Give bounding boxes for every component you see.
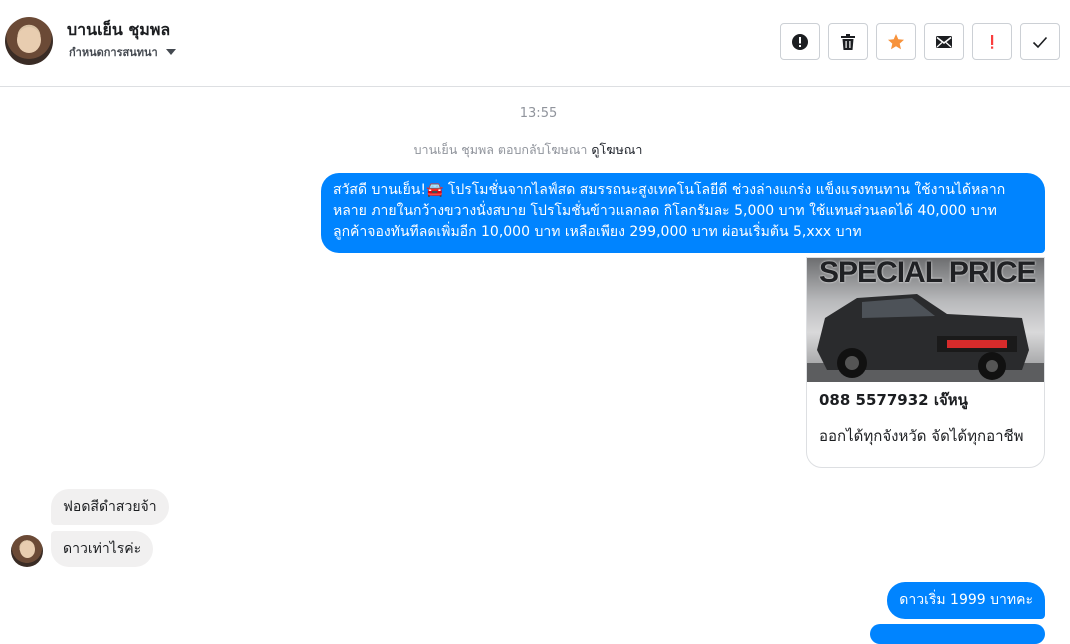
envelope-icon — [936, 35, 952, 48]
conversation-header: บานเย็น ชุมพล กำหนดการสนทนา — [0, 0, 1070, 87]
outgoing-message-partial[interactable] — [870, 624, 1045, 644]
ad-reply-text: บานเย็น ชุมพล ตอบกลับโฆษณา — [413, 142, 588, 157]
outgoing-message[interactable]: ดาวเริ่ม 1999 บาทคะ — [887, 582, 1045, 619]
exclamation-circle-icon — [792, 33, 808, 50]
trash-icon — [841, 33, 855, 50]
view-ad-link[interactable]: ดูโฆษณา — [591, 142, 642, 157]
delete-button[interactable] — [828, 23, 868, 60]
caret-down-icon — [165, 49, 176, 55]
exclamation-icon — [991, 34, 994, 49]
mark-unread-button[interactable] — [924, 23, 964, 60]
sender-avatar[interactable] — [11, 535, 43, 567]
ad-card[interactable]: SPECIAL PRICE 088 5577932 เจ๊หนู ออกได้ท… — [806, 257, 1045, 468]
action-toolbar — [780, 23, 1060, 60]
outgoing-message[interactable]: สวัสดี บานเย็น!🚘 โปรโมชั่นจากไลฟ์สด สมรร… — [321, 173, 1045, 253]
incoming-message[interactable]: ฟอดสีดำสวยจ้า — [51, 489, 169, 525]
ad-card-description: ออกได้ทุกจังหวัด จัดได้ทุกอาชีพ — [819, 427, 1024, 445]
follow-up-button[interactable] — [972, 23, 1012, 60]
promo-text: SPECIAL PRICE — [819, 258, 1036, 289]
checkmark-icon — [1032, 36, 1048, 48]
incoming-message[interactable]: ดาวเท่าไรค่ะ — [51, 531, 154, 567]
mark-done-button[interactable] — [1020, 23, 1060, 60]
ad-card-title: 088 5577932 เจ๊หนู — [819, 391, 968, 409]
contact-avatar[interactable] — [5, 17, 53, 65]
star-button[interactable] — [876, 23, 916, 60]
contact-name[interactable]: บานเย็น ชุมพล — [67, 18, 170, 43]
ad-image[interactable]: SPECIAL PRICE — [807, 258, 1044, 382]
label-dropdown[interactable]: กำหนดการสนทนา — [69, 43, 176, 61]
message-timestamp: 13:55 — [519, 106, 558, 121]
ad-reply-notice: บานเย็น ชุมพล ตอบกลับโฆษณา ดูโฆษณา — [0, 140, 1056, 160]
mark-spam-button[interactable] — [780, 23, 820, 60]
star-icon — [888, 33, 904, 49]
label-dropdown-text: กำหนดการสนทนา — [69, 46, 158, 59]
